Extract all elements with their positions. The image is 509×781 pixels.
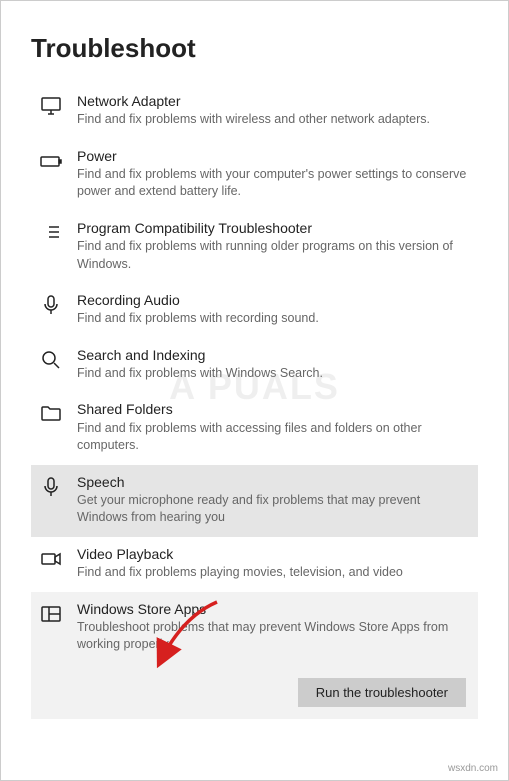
attribution-text: wsxdn.com — [448, 763, 498, 774]
troubleshoot-item-network-adapter[interactable]: Network Adapter Find and fix problems wi… — [31, 84, 478, 139]
video-icon — [39, 547, 63, 571]
troubleshoot-item-power[interactable]: Power Find and fix problems with your co… — [31, 139, 478, 211]
page-title: Troubleshoot — [31, 33, 478, 64]
troubleshoot-item-windows-store-apps[interactable]: Windows Store Apps Troubleshoot problems… — [31, 592, 478, 719]
item-desc: Find and fix problems with wireless and … — [77, 111, 470, 129]
item-title: Shared Folders — [77, 400, 470, 418]
item-title: Recording Audio — [77, 291, 470, 309]
microphone-icon — [39, 293, 63, 317]
item-title: Power — [77, 147, 470, 165]
troubleshoot-item-search-indexing[interactable]: Search and Indexing Find and fix problem… — [31, 338, 478, 393]
search-icon — [39, 348, 63, 372]
list-icon — [39, 221, 63, 245]
item-desc: Find and fix problems with running older… — [77, 238, 470, 273]
troubleshoot-list: Network Adapter Find and fix problems wi… — [31, 84, 478, 719]
item-title: Network Adapter — [77, 92, 470, 110]
item-desc: Get your microphone ready and fix proble… — [77, 492, 470, 527]
troubleshoot-item-recording-audio[interactable]: Recording Audio Find and fix problems wi… — [31, 283, 478, 338]
item-title: Program Compatibility Troubleshooter — [77, 219, 470, 237]
run-troubleshooter-button[interactable]: Run the troubleshooter — [298, 678, 466, 707]
troubleshoot-item-video-playback[interactable]: Video Playback Find and fix problems pla… — [31, 537, 478, 592]
troubleshoot-item-speech[interactable]: Speech Get your microphone ready and fix… — [31, 465, 478, 537]
item-desc: Find and fix problems with Windows Searc… — [77, 365, 470, 383]
troubleshoot-item-program-compatibility[interactable]: Program Compatibility Troubleshooter Fin… — [31, 211, 478, 283]
monitor-icon — [39, 94, 63, 118]
windows-apps-icon — [39, 602, 63, 626]
folder-icon — [39, 402, 63, 426]
item-desc: Troubleshoot problems that may prevent W… — [77, 619, 470, 654]
item-title: Speech — [77, 473, 470, 491]
microphone-icon — [39, 475, 63, 499]
item-desc: Find and fix problems playing movies, te… — [77, 564, 470, 582]
item-title: Search and Indexing — [77, 346, 470, 364]
item-title: Windows Store Apps — [77, 600, 470, 618]
item-desc: Find and fix problems with your computer… — [77, 166, 470, 201]
item-desc: Find and fix problems with recording sou… — [77, 310, 470, 328]
troubleshoot-item-shared-folders[interactable]: Shared Folders Find and fix problems wit… — [31, 392, 478, 464]
item-title: Video Playback — [77, 545, 470, 563]
item-desc: Find and fix problems with accessing fil… — [77, 420, 470, 455]
battery-icon — [39, 149, 63, 173]
